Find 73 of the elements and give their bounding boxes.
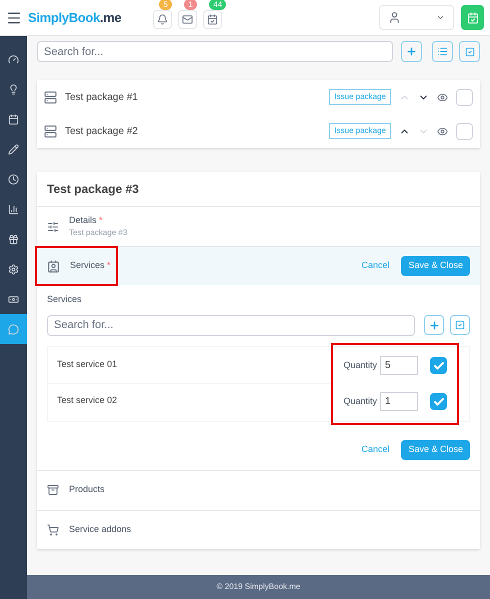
- sliders-icon: [47, 220, 59, 232]
- list-icon: [437, 46, 448, 57]
- checkbox-icon: [464, 46, 474, 56]
- issue-package-button[interactable]: Issue package: [329, 123, 391, 139]
- quantity-field[interactable]: 1: [380, 392, 418, 411]
- cart-icon: [47, 524, 59, 536]
- notification-button[interactable]: [153, 10, 172, 29]
- calendar-icon: [207, 14, 218, 25]
- section-label: Details *: [69, 214, 104, 227]
- checkbox[interactable]: [456, 122, 473, 140]
- calendar-icon: [466, 12, 478, 24]
- copyright: © 2019 SimplyBook.me: [216, 581, 300, 593]
- save-close-button[interactable]: Save & Close: [401, 256, 470, 276]
- user-icon: [388, 11, 401, 24]
- logo[interactable]: SimplyBook.me: [28, 8, 122, 28]
- menu-icon[interactable]: [6, 10, 22, 26]
- contact-card-icon: [47, 260, 60, 272]
- select-button[interactable]: [450, 315, 470, 335]
- section-label: Service addons: [69, 522, 132, 536]
- cancel-link[interactable]: Cancel: [361, 442, 390, 456]
- check-icon: [432, 396, 444, 408]
- service-name: Test service 02: [57, 394, 118, 408]
- chat-icon: [8, 324, 19, 334]
- issue-package-button[interactable]: Issue package: [329, 89, 391, 105]
- save-close-button[interactable]: Save & Close: [401, 440, 470, 460]
- quantity-field[interactable]: 5: [380, 356, 418, 375]
- pencil-icon: [8, 144, 19, 154]
- field-label: Services: [47, 293, 83, 306]
- section-label: Products: [69, 483, 105, 496]
- section-value: Test package #3: [69, 227, 128, 240]
- search-field[interactable]: Search for...: [47, 314, 415, 336]
- chart-icon: [8, 204, 19, 214]
- count-badge: 44: [209, 0, 226, 10]
- caret-icon: [436, 13, 445, 22]
- gift-icon: [8, 234, 19, 244]
- search-field[interactable]: Search for...: [37, 41, 393, 62]
- notification-button[interactable]: [178, 10, 198, 29]
- plus-icon: [428, 320, 440, 330]
- check-icon: [432, 360, 444, 372]
- notification-button[interactable]: [203, 10, 222, 29]
- list-button[interactable]: [432, 41, 453, 62]
- settings-icon: [8, 264, 19, 274]
- service-name: Test service 01: [57, 358, 118, 371]
- quantity-label: Quantity: [343, 358, 377, 372]
- checkbox[interactable]: [456, 88, 473, 106]
- clock-icon: [8, 174, 19, 184]
- eye-icon[interactable]: [437, 126, 448, 136]
- add-button[interactable]: [401, 41, 422, 62]
- checkbox[interactable]: [430, 393, 447, 410]
- money-icon: [8, 294, 19, 304]
- add-button[interactable]: [424, 315, 444, 335]
- plus-icon: [406, 46, 417, 57]
- package-icon: [44, 90, 57, 104]
- package-name: Test package #1: [65, 90, 139, 104]
- quantity-label: Quantity: [343, 394, 377, 408]
- form-title: Test package #3: [37, 172, 480, 207]
- archive-icon: [47, 484, 59, 496]
- section-label: Services *: [70, 259, 111, 272]
- count-badge: 5: [159, 0, 172, 10]
- dashboard-icon: [8, 54, 19, 64]
- package-icon: [44, 124, 57, 138]
- count-badge: 1: [184, 0, 197, 10]
- section-header[interactable]: Services *: [35, 246, 118, 286]
- idea-icon: [8, 84, 19, 94]
- eye-icon[interactable]: [437, 92, 448, 102]
- cancel-link[interactable]: Cancel: [361, 259, 390, 273]
- package-name: Test package #2: [65, 124, 139, 138]
- checkbox[interactable]: [430, 357, 447, 374]
- calendar-icon: [8, 114, 19, 124]
- select-button[interactable]: [459, 41, 480, 62]
- mail-icon: [182, 14, 194, 25]
- checkbox-icon: [455, 320, 465, 330]
- bell-icon: [157, 14, 168, 25]
